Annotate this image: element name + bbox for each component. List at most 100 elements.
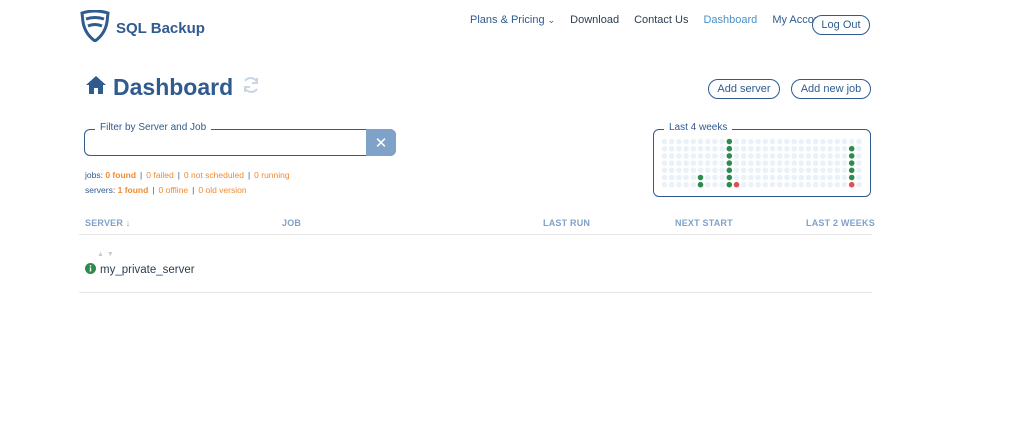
server-name-link[interactable]: my_private_server: [100, 264, 195, 276]
grid-dot-empty: [748, 160, 754, 166]
grid-dot-empty: [755, 138, 761, 145]
grid-dot-empty: [748, 145, 754, 152]
close-icon[interactable]: ✕: [366, 129, 396, 156]
grid-dot-empty: [820, 153, 826, 159]
grid-dot-empty: [668, 181, 675, 188]
row-action-icons[interactable]: ▲▼: [97, 251, 117, 258]
grid-dot-empty: [856, 145, 862, 152]
grid-dot-empty: [748, 153, 754, 159]
th-server[interactable]: SERVER ↓: [85, 218, 130, 228]
th-last-run[interactable]: LAST RUN: [543, 218, 590, 228]
grid-dot-empty: [668, 138, 675, 145]
grid-dot-empty: [690, 145, 697, 152]
logout-button[interactable]: Log Out: [812, 15, 870, 35]
grid-dot-empty: [769, 167, 776, 174]
grid-dot-empty: [719, 167, 725, 174]
grid-dot-empty: [820, 145, 826, 152]
jobs-found-link[interactable]: 0 found: [105, 170, 136, 180]
nav-dashboard[interactable]: Dashboard: [703, 14, 757, 26]
table-row[interactable]: my_private_server: [85, 261, 195, 279]
grid-dot-empty: [683, 153, 689, 159]
grid-dot-empty: [740, 174, 747, 181]
page-title: Dashboard: [85, 74, 261, 101]
grid-dot-success: [848, 167, 855, 174]
add-job-button[interactable]: Add new job: [791, 79, 871, 99]
grid-dot-empty: [719, 153, 725, 159]
grid-dot-empty: [697, 167, 704, 174]
grid-dot-empty: [704, 138, 711, 145]
grid-dot-empty: [661, 174, 668, 181]
grid-dot-empty: [834, 174, 841, 181]
grid-dot-success: [726, 167, 733, 174]
grid-dot-empty: [827, 145, 833, 152]
grid-dot-empty: [704, 181, 711, 188]
grid-dot-empty: [733, 145, 740, 152]
grid-dot-empty: [805, 174, 812, 181]
grid-dot-empty: [834, 145, 841, 152]
servers-offline-link[interactable]: 0 offline: [159, 185, 189, 195]
grid-dot-failed: [848, 181, 855, 188]
grid-dot-empty: [683, 145, 689, 152]
grid-dot-empty: [798, 181, 805, 188]
grid-dot-empty: [668, 174, 675, 181]
grid-dot-empty: [791, 138, 797, 145]
grid-dot-empty: [712, 145, 718, 152]
grid-dot-empty: [776, 167, 783, 174]
grid-dot-empty: [856, 153, 862, 159]
grid-dot-empty: [820, 167, 826, 174]
arrow-down-icon: ↓: [123, 218, 131, 228]
grid-dot-empty: [834, 160, 841, 166]
filter-box: Filter by Server and Job ✕: [84, 122, 396, 156]
jobs-not-scheduled-link[interactable]: 0 not scheduled: [184, 170, 244, 180]
grid-dot-empty: [812, 174, 819, 181]
grid-dot-empty: [805, 181, 812, 188]
grid-dot-empty: [784, 181, 790, 188]
refresh-icon[interactable]: [241, 75, 261, 100]
activity-grid: [661, 138, 862, 188]
servers-found-link[interactable]: 1 found: [118, 185, 149, 195]
grid-dot-empty: [733, 153, 740, 159]
grid-dot-empty: [798, 145, 805, 152]
grid-dot-empty: [791, 145, 797, 152]
grid-dot-empty: [798, 153, 805, 159]
grid-dot-empty: [740, 167, 747, 174]
grid-dot-empty: [719, 181, 725, 188]
grid-dot-empty: [697, 160, 704, 166]
add-server-button[interactable]: Add server: [708, 79, 780, 99]
grid-dot-empty: [798, 167, 805, 174]
grid-dot-empty: [784, 153, 790, 159]
grid-dot-success: [726, 174, 733, 181]
grid-dot-empty: [841, 174, 848, 181]
grid-dot-empty: [791, 181, 797, 188]
grid-dot-success: [848, 174, 855, 181]
servers-old-version-link[interactable]: 0 old version: [198, 185, 246, 195]
grid-dot-empty: [661, 145, 668, 152]
jobs-failed-link[interactable]: 0 failed: [146, 170, 173, 180]
grid-dot-empty: [805, 145, 812, 152]
th-server-label: SERVER: [85, 218, 124, 228]
grid-dot-empty: [719, 160, 725, 166]
nav-contact-us[interactable]: Contact Us: [634, 14, 688, 26]
grid-dot-empty: [805, 167, 812, 174]
grid-dot-empty: [820, 160, 826, 166]
nav-download[interactable]: Download: [570, 14, 619, 26]
th-last-2-weeks[interactable]: LAST 2 WEEKS: [806, 218, 875, 228]
filter-input[interactable]: [89, 134, 363, 153]
last-4-weeks-panel: Last 4 weeks: [653, 122, 871, 197]
grid-dot-empty: [762, 174, 769, 181]
grid-dot-empty: [661, 160, 668, 166]
grid-dot-empty: [834, 167, 841, 174]
grid-dot-empty: [668, 160, 675, 166]
grid-dot-empty: [769, 160, 776, 166]
brand-logo[interactable]: SQL Backup: [80, 9, 205, 47]
grid-dot-empty: [740, 138, 747, 145]
nav-plans-pricing[interactable]: Plans & Pricing ⌄: [470, 14, 555, 26]
grid-dot-empty: [776, 160, 783, 166]
grid-dot-empty: [740, 181, 747, 188]
grid-dot-empty: [683, 181, 689, 188]
jobs-running-link[interactable]: 0 running: [254, 170, 289, 180]
th-job[interactable]: JOB: [282, 218, 301, 228]
grid-dot-empty: [762, 160, 769, 166]
th-next-start[interactable]: NEXT START: [675, 218, 733, 228]
grid-dot-empty: [755, 174, 761, 181]
